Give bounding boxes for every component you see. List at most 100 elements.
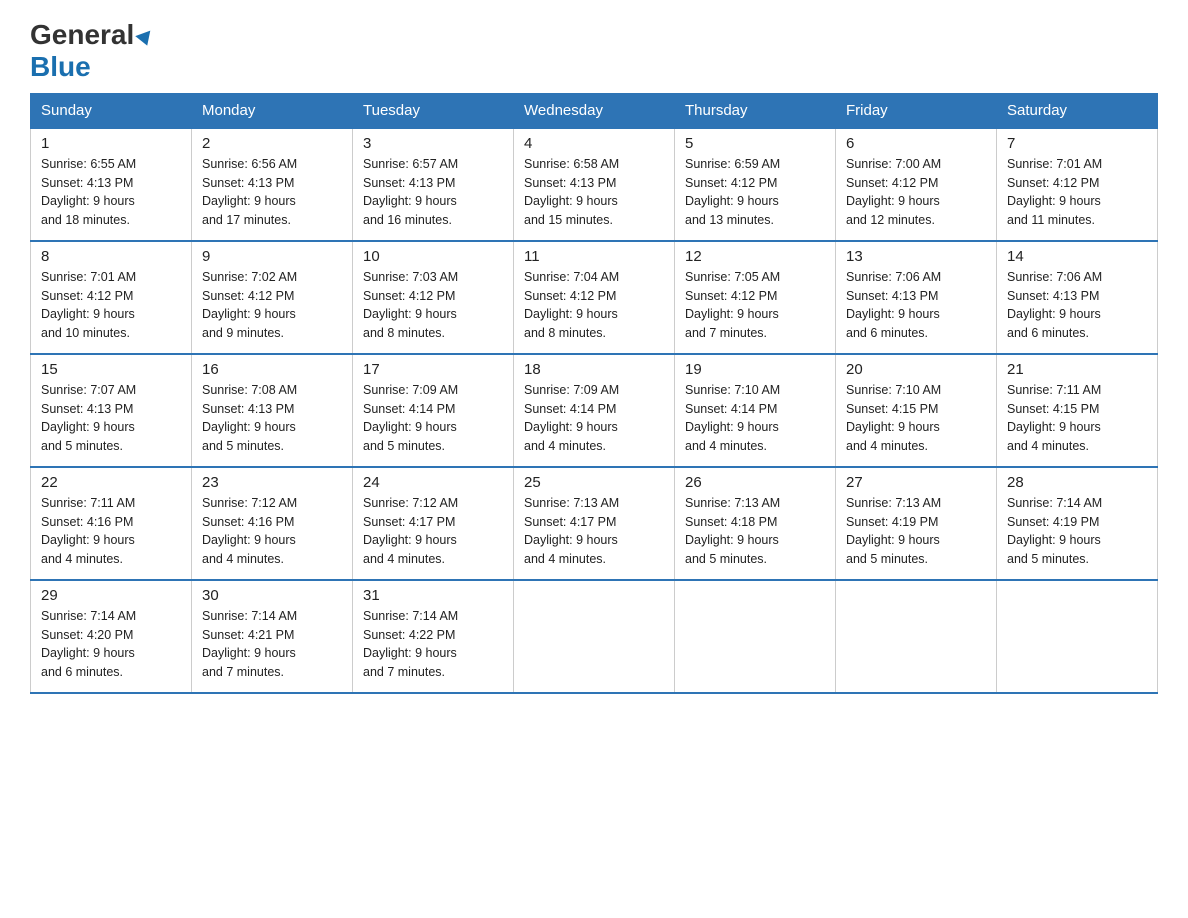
day-cell-20: 20 Sunrise: 7:10 AM Sunset: 4:15 PM Dayl…: [836, 354, 997, 467]
day-detail: Sunrise: 7:13 AM Sunset: 4:18 PM Dayligh…: [685, 494, 825, 569]
empty-cell: [836, 580, 997, 693]
day-detail: Sunrise: 7:01 AM Sunset: 4:12 PM Dayligh…: [1007, 155, 1147, 230]
week-row-1: 1 Sunrise: 6:55 AM Sunset: 4:13 PM Dayli…: [31, 128, 1158, 241]
day-number: 19: [685, 361, 825, 378]
logo-triangle-icon: [136, 31, 155, 49]
day-number: 10: [363, 248, 503, 265]
day-number: 15: [41, 361, 181, 378]
day-detail: Sunrise: 7:10 AM Sunset: 4:15 PM Dayligh…: [846, 381, 986, 456]
day-cell-31: 31 Sunrise: 7:14 AM Sunset: 4:22 PM Dayl…: [353, 580, 514, 693]
day-cell-25: 25 Sunrise: 7:13 AM Sunset: 4:17 PM Dayl…: [514, 467, 675, 580]
header-wednesday: Wednesday: [514, 93, 675, 128]
day-number: 13: [846, 248, 986, 265]
logo-general: General: [30, 19, 134, 50]
empty-cell: [675, 580, 836, 693]
day-cell-26: 26 Sunrise: 7:13 AM Sunset: 4:18 PM Dayl…: [675, 467, 836, 580]
week-row-2: 8 Sunrise: 7:01 AM Sunset: 4:12 PM Dayli…: [31, 241, 1158, 354]
day-number: 23: [202, 474, 342, 491]
day-detail: Sunrise: 7:06 AM Sunset: 4:13 PM Dayligh…: [1007, 268, 1147, 343]
day-detail: Sunrise: 6:58 AM Sunset: 4:13 PM Dayligh…: [524, 155, 664, 230]
day-detail: Sunrise: 7:13 AM Sunset: 4:19 PM Dayligh…: [846, 494, 986, 569]
day-cell-2: 2 Sunrise: 6:56 AM Sunset: 4:13 PM Dayli…: [192, 128, 353, 241]
empty-cell: [997, 580, 1158, 693]
day-number: 31: [363, 587, 503, 604]
header-monday: Monday: [192, 93, 353, 128]
day-detail: Sunrise: 6:55 AM Sunset: 4:13 PM Dayligh…: [41, 155, 181, 230]
day-cell-5: 5 Sunrise: 6:59 AM Sunset: 4:12 PM Dayli…: [675, 128, 836, 241]
day-number: 24: [363, 474, 503, 491]
day-detail: Sunrise: 7:10 AM Sunset: 4:14 PM Dayligh…: [685, 381, 825, 456]
day-cell-11: 11 Sunrise: 7:04 AM Sunset: 4:12 PM Dayl…: [514, 241, 675, 354]
day-detail: Sunrise: 7:12 AM Sunset: 4:16 PM Dayligh…: [202, 494, 342, 569]
day-number: 30: [202, 587, 342, 604]
day-detail: Sunrise: 7:01 AM Sunset: 4:12 PM Dayligh…: [41, 268, 181, 343]
day-cell-3: 3 Sunrise: 6:57 AM Sunset: 4:13 PM Dayli…: [353, 128, 514, 241]
day-number: 20: [846, 361, 986, 378]
day-detail: Sunrise: 7:11 AM Sunset: 4:15 PM Dayligh…: [1007, 381, 1147, 456]
day-detail: Sunrise: 7:12 AM Sunset: 4:17 PM Dayligh…: [363, 494, 503, 569]
logo-blue-text: Blue: [30, 51, 91, 83]
day-cell-17: 17 Sunrise: 7:09 AM Sunset: 4:14 PM Dayl…: [353, 354, 514, 467]
day-detail: Sunrise: 7:09 AM Sunset: 4:14 PM Dayligh…: [524, 381, 664, 456]
day-number: 29: [41, 587, 181, 604]
day-detail: Sunrise: 7:13 AM Sunset: 4:17 PM Dayligh…: [524, 494, 664, 569]
day-cell-7: 7 Sunrise: 7:01 AM Sunset: 4:12 PM Dayli…: [997, 128, 1158, 241]
week-row-4: 22 Sunrise: 7:11 AM Sunset: 4:16 PM Dayl…: [31, 467, 1158, 580]
day-detail: Sunrise: 7:02 AM Sunset: 4:12 PM Dayligh…: [202, 268, 342, 343]
day-detail: Sunrise: 6:56 AM Sunset: 4:13 PM Dayligh…: [202, 155, 342, 230]
day-number: 22: [41, 474, 181, 491]
day-detail: Sunrise: 6:59 AM Sunset: 4:12 PM Dayligh…: [685, 155, 825, 230]
logo: General Blue: [30, 20, 153, 83]
empty-cell: [514, 580, 675, 693]
day-cell-24: 24 Sunrise: 7:12 AM Sunset: 4:17 PM Dayl…: [353, 467, 514, 580]
day-detail: Sunrise: 7:07 AM Sunset: 4:13 PM Dayligh…: [41, 381, 181, 456]
day-detail: Sunrise: 7:14 AM Sunset: 4:19 PM Dayligh…: [1007, 494, 1147, 569]
day-cell-22: 22 Sunrise: 7:11 AM Sunset: 4:16 PM Dayl…: [31, 467, 192, 580]
day-cell-16: 16 Sunrise: 7:08 AM Sunset: 4:13 PM Dayl…: [192, 354, 353, 467]
day-cell-1: 1 Sunrise: 6:55 AM Sunset: 4:13 PM Dayli…: [31, 128, 192, 241]
day-number: 18: [524, 361, 664, 378]
day-cell-15: 15 Sunrise: 7:07 AM Sunset: 4:13 PM Dayl…: [31, 354, 192, 467]
day-number: 2: [202, 135, 342, 152]
header-saturday: Saturday: [997, 93, 1158, 128]
day-number: 26: [685, 474, 825, 491]
header-friday: Friday: [836, 93, 997, 128]
day-number: 1: [41, 135, 181, 152]
day-number: 9: [202, 248, 342, 265]
day-detail: Sunrise: 7:04 AM Sunset: 4:12 PM Dayligh…: [524, 268, 664, 343]
day-cell-10: 10 Sunrise: 7:03 AM Sunset: 4:12 PM Dayl…: [353, 241, 514, 354]
header-sunday: Sunday: [31, 93, 192, 128]
day-cell-21: 21 Sunrise: 7:11 AM Sunset: 4:15 PM Dayl…: [997, 354, 1158, 467]
logo-text: General: [30, 20, 153, 51]
day-number: 4: [524, 135, 664, 152]
day-detail: Sunrise: 7:05 AM Sunset: 4:12 PM Dayligh…: [685, 268, 825, 343]
day-number: 3: [363, 135, 503, 152]
day-cell-12: 12 Sunrise: 7:05 AM Sunset: 4:12 PM Dayl…: [675, 241, 836, 354]
day-detail: Sunrise: 6:57 AM Sunset: 4:13 PM Dayligh…: [363, 155, 503, 230]
day-number: 28: [1007, 474, 1147, 491]
day-cell-4: 4 Sunrise: 6:58 AM Sunset: 4:13 PM Dayli…: [514, 128, 675, 241]
day-cell-6: 6 Sunrise: 7:00 AM Sunset: 4:12 PM Dayli…: [836, 128, 997, 241]
day-number: 5: [685, 135, 825, 152]
day-cell-23: 23 Sunrise: 7:12 AM Sunset: 4:16 PM Dayl…: [192, 467, 353, 580]
day-number: 7: [1007, 135, 1147, 152]
day-cell-8: 8 Sunrise: 7:01 AM Sunset: 4:12 PM Dayli…: [31, 241, 192, 354]
day-detail: Sunrise: 7:14 AM Sunset: 4:22 PM Dayligh…: [363, 607, 503, 682]
page-header: General Blue: [30, 20, 1158, 83]
day-cell-19: 19 Sunrise: 7:10 AM Sunset: 4:14 PM Dayl…: [675, 354, 836, 467]
day-number: 16: [202, 361, 342, 378]
header-thursday: Thursday: [675, 93, 836, 128]
day-detail: Sunrise: 7:14 AM Sunset: 4:21 PM Dayligh…: [202, 607, 342, 682]
calendar-table: SundayMondayTuesdayWednesdayThursdayFrid…: [30, 93, 1158, 694]
header-tuesday: Tuesday: [353, 93, 514, 128]
day-number: 17: [363, 361, 503, 378]
day-detail: Sunrise: 7:14 AM Sunset: 4:20 PM Dayligh…: [41, 607, 181, 682]
day-cell-28: 28 Sunrise: 7:14 AM Sunset: 4:19 PM Dayl…: [997, 467, 1158, 580]
day-number: 21: [1007, 361, 1147, 378]
day-detail: Sunrise: 7:00 AM Sunset: 4:12 PM Dayligh…: [846, 155, 986, 230]
day-number: 12: [685, 248, 825, 265]
day-detail: Sunrise: 7:09 AM Sunset: 4:14 PM Dayligh…: [363, 381, 503, 456]
header-row: SundayMondayTuesdayWednesdayThursdayFrid…: [31, 93, 1158, 128]
week-row-3: 15 Sunrise: 7:07 AM Sunset: 4:13 PM Dayl…: [31, 354, 1158, 467]
day-detail: Sunrise: 7:06 AM Sunset: 4:13 PM Dayligh…: [846, 268, 986, 343]
